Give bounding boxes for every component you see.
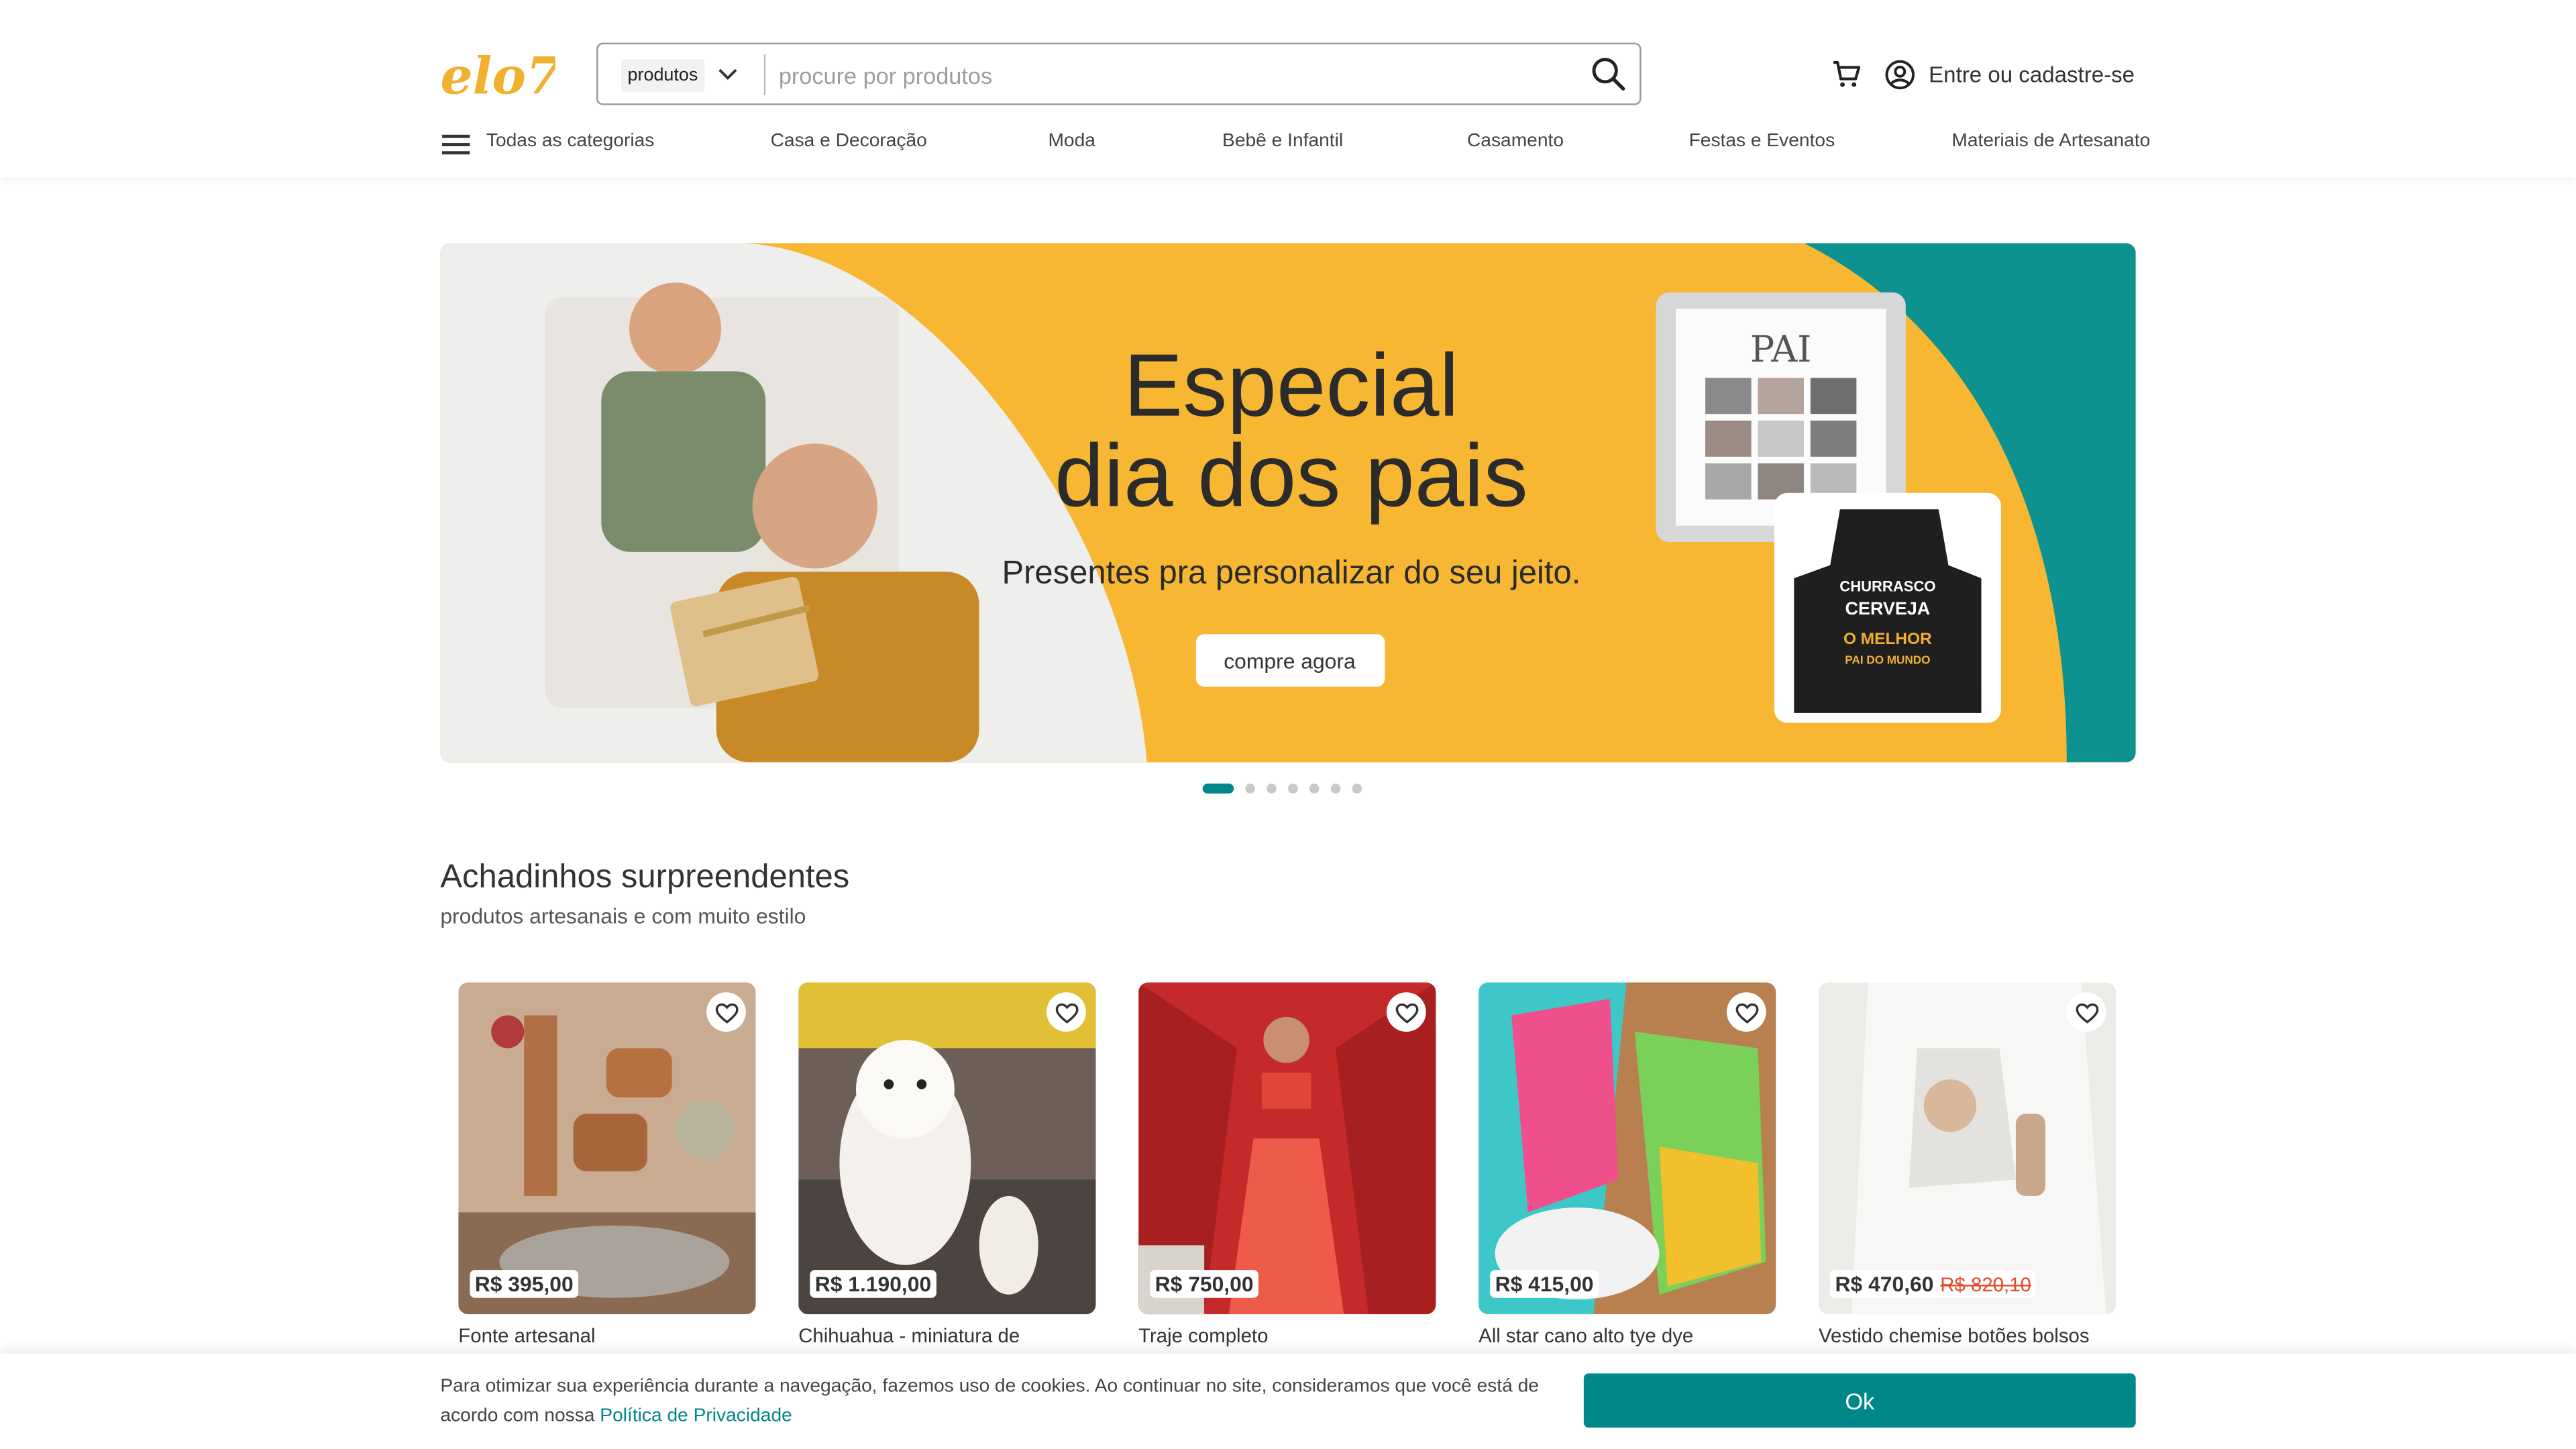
search-scope-select[interactable]: produtos bbox=[621, 59, 705, 93]
logo-text: elo7 bbox=[440, 46, 555, 106]
cookie-ok-button[interactable]: Ok bbox=[1583, 1373, 2136, 1428]
banner-title-line2: dia dos pais bbox=[1055, 426, 1528, 525]
banner-subtitle: Presentes pra personalizar do seu jeito. bbox=[1002, 554, 1580, 590]
banner-cta-label: compre agora bbox=[1224, 649, 1356, 674]
product-name[interactable]: Vestido chemise botões bolsos bbox=[1819, 1324, 2090, 1347]
carousel-dot-2[interactable] bbox=[1245, 784, 1256, 794]
nav-all-categories[interactable]: Todas as categorias bbox=[486, 131, 655, 151]
heart-icon bbox=[1735, 1002, 1758, 1023]
apron-text-2: CERVEJA bbox=[1845, 598, 1931, 619]
price-current: R$ 1.190,00 bbox=[814, 1271, 932, 1297]
favorite-button[interactable] bbox=[2066, 992, 2106, 1032]
product-card[interactable]: R$ 750,00 Traje completo bbox=[1138, 982, 1436, 1352]
frame-text: PAI bbox=[1750, 328, 1811, 370]
hamburger-menu-icon[interactable] bbox=[441, 133, 470, 156]
search-divider bbox=[763, 54, 766, 96]
promo-banner[interactable]: Especial dia dos pais Presentes pra pers… bbox=[440, 243, 2136, 763]
price-current: R$ 470,60 bbox=[1835, 1271, 1934, 1297]
banner-art: Especial dia dos pais Presentes pra pers… bbox=[440, 243, 2136, 763]
search-input[interactable] bbox=[778, 57, 1551, 94]
carousel-dot-3[interactable] bbox=[1267, 784, 1277, 794]
product-name[interactable]: All star cano alto tye dye bbox=[1479, 1324, 1693, 1347]
nav-bebe-infantil[interactable]: Bebê e Infantil bbox=[1222, 131, 1343, 151]
product-name[interactable]: Chihuahua - miniatura de bbox=[798, 1324, 1020, 1347]
carousel-dot-7[interactable] bbox=[1352, 784, 1362, 794]
favorite-button[interactable] bbox=[1726, 992, 1766, 1032]
product-card[interactable]: R$ 1.190,00 Chihuahua - miniatura de bbox=[798, 982, 1096, 1352]
product-price: R$ 1.190,00 bbox=[810, 1270, 936, 1298]
user-circle-icon bbox=[1885, 59, 1915, 89]
apron-text-1: CHURRASCO bbox=[1839, 578, 1935, 595]
search-icon[interactable] bbox=[1591, 56, 1627, 92]
product-card[interactable]: R$ 470,60 R$ 820,10 Vestido chemise botõ… bbox=[1819, 982, 2116, 1352]
login-label: Entre ou cadastre-se bbox=[1929, 61, 2135, 87]
section-title: Achadinhos surpreendentes bbox=[440, 859, 850, 896]
carousel-dot-1[interactable] bbox=[1202, 784, 1234, 794]
favorite-button[interactable] bbox=[706, 992, 746, 1032]
nav-materiais-artesanato[interactable]: Materiais de Artesanato bbox=[1951, 131, 2150, 151]
apron-text-3: O MELHOR bbox=[1843, 630, 1932, 648]
product-price: R$ 415,00 bbox=[1490, 1270, 1599, 1298]
product-name[interactable]: Fonte artesanal bbox=[458, 1324, 595, 1347]
nav-casamento[interactable]: Casamento bbox=[1467, 131, 1564, 151]
product-price: R$ 395,00 bbox=[470, 1270, 579, 1298]
heart-icon bbox=[1395, 1002, 1418, 1023]
heart-icon bbox=[2075, 1002, 2098, 1023]
cookie-banner: Para otimizar sua experiência durante a … bbox=[0, 1353, 2576, 1449]
price-current: R$ 415,00 bbox=[1495, 1271, 1594, 1297]
heart-icon bbox=[1055, 1002, 1078, 1023]
product-image[interactable] bbox=[1138, 982, 1436, 1315]
product-image[interactable] bbox=[798, 982, 1096, 1315]
apron-text-4: PAI DO MUNDO bbox=[1845, 653, 1930, 666]
nav-moda[interactable]: Moda bbox=[1048, 131, 1095, 151]
product-image[interactable] bbox=[1819, 982, 2116, 1315]
cookie-message: Para otimizar sua experiência durante a … bbox=[440, 1372, 1557, 1431]
privacy-policy-link[interactable]: Política de Privacidade bbox=[600, 1406, 792, 1426]
product-image[interactable] bbox=[1479, 982, 1776, 1315]
nav-festas-eventos[interactable]: Festas e Eventos bbox=[1689, 131, 1835, 151]
favorite-button[interactable] bbox=[1046, 992, 1086, 1032]
price-current: R$ 750,00 bbox=[1155, 1271, 1254, 1297]
banner-cta-button[interactable]: compre agora bbox=[1195, 634, 1385, 687]
product-name[interactable]: Traje completo bbox=[1138, 1324, 1268, 1347]
price-original: R$ 820,10 bbox=[1940, 1273, 2031, 1297]
product-price: R$ 470,60 R$ 820,10 bbox=[1830, 1270, 2037, 1298]
section-subtitle: produtos artesanais e com muito estilo bbox=[440, 903, 806, 928]
login-link[interactable]: Entre ou cadastre-se bbox=[1884, 58, 2135, 91]
elo7-logo[interactable]: elo7 bbox=[440, 43, 555, 109]
carousel-dot-4[interactable] bbox=[1288, 784, 1298, 794]
carousel-dots bbox=[1202, 782, 1362, 796]
chevron-down-icon[interactable] bbox=[716, 62, 739, 85]
price-current: R$ 395,00 bbox=[474, 1271, 574, 1297]
product-image[interactable] bbox=[458, 982, 756, 1315]
site-header: elo7 produtos Entre ou c bbox=[0, 0, 2576, 178]
heart-icon bbox=[714, 1002, 738, 1023]
carousel-dot-5[interactable] bbox=[1309, 784, 1320, 794]
cart-icon[interactable] bbox=[1832, 59, 1862, 89]
favorite-button[interactable] bbox=[1386, 992, 1426, 1032]
carousel-dot-6[interactable] bbox=[1330, 784, 1341, 794]
search-bar: produtos bbox=[596, 42, 1642, 105]
product-card[interactable]: R$ 415,00 All star cano alto tye dye bbox=[1479, 982, 1776, 1352]
nav-casa-decoracao[interactable]: Casa e Decoração bbox=[771, 131, 927, 151]
banner-title-line1: Especial bbox=[1124, 336, 1459, 435]
product-price: R$ 750,00 bbox=[1150, 1270, 1258, 1298]
product-card[interactable]: R$ 395,00 Fonte artesanal bbox=[458, 982, 756, 1352]
